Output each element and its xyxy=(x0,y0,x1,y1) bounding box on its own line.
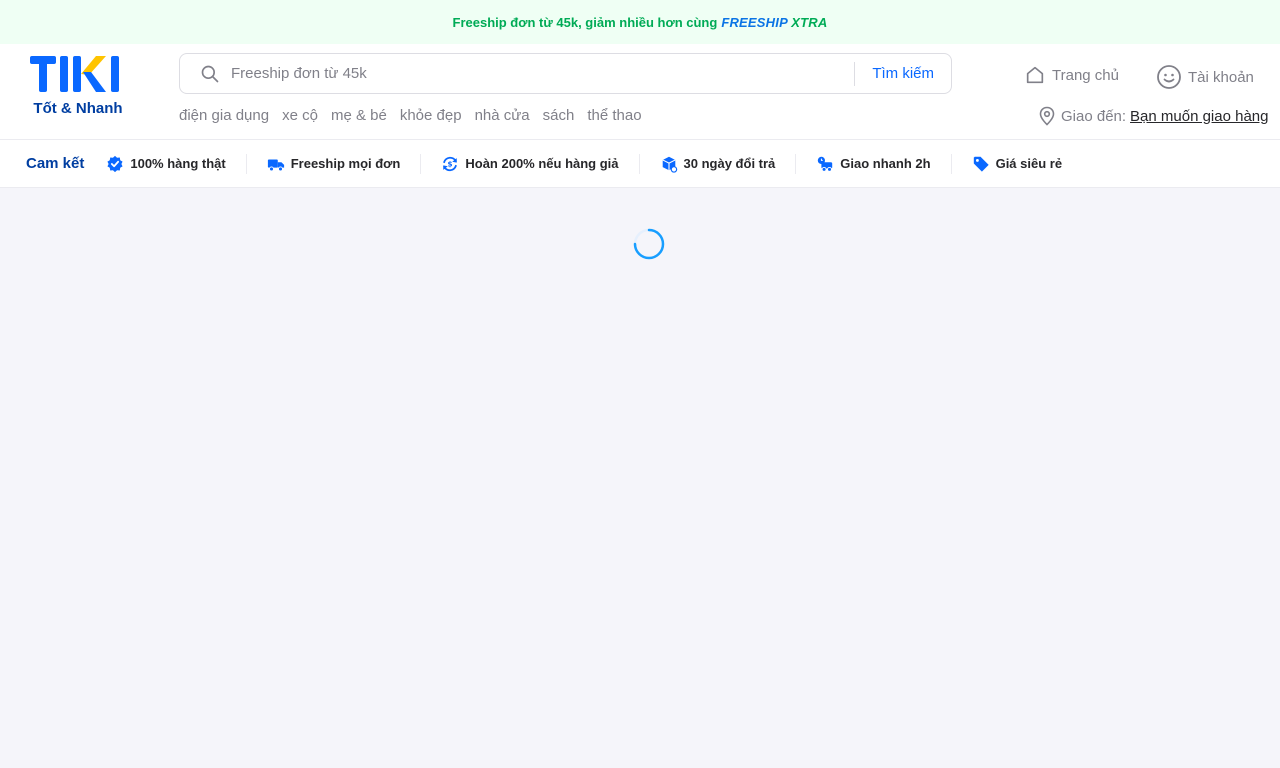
nav-account-link[interactable]: Tài khoản xyxy=(1156,64,1254,90)
location-pin-icon xyxy=(1039,106,1055,126)
search-icon xyxy=(201,65,219,82)
commitment-item: Freeship mọi đơn xyxy=(267,155,400,173)
refund-icon: $ xyxy=(443,156,458,171)
site-header: Tốt & Nhanh Tìm kiếm điện gia dụng xe cộ… xyxy=(0,44,1280,140)
freeship-xtra-badge: FREESHIP XTRA xyxy=(721,14,828,30)
quick-link[interactable]: thể thao xyxy=(587,107,641,124)
commitment-item: Giao nhanh 2h xyxy=(816,155,931,173)
quick-links: điện gia dụng xe cộ mẹ & bé khỏe đẹp nhà… xyxy=(179,107,655,124)
quick-link[interactable]: điện gia dụng xyxy=(179,107,269,124)
commitment-divider xyxy=(245,153,247,174)
quick-link[interactable]: sách xyxy=(543,107,575,124)
delivery-truck-icon xyxy=(267,159,284,171)
home-icon xyxy=(1026,66,1044,84)
commitment-bar: Cam kết 100% hàng thật Freeship mọi đơn … xyxy=(0,140,1280,188)
commitment-title: Cam kết xyxy=(26,155,85,172)
commitment-item: 100% hàng thật xyxy=(106,155,226,173)
quick-link[interactable]: mẹ & bé xyxy=(331,107,387,124)
search-input[interactable] xyxy=(229,64,855,83)
tiki-logo-icon xyxy=(30,56,119,92)
fast-delivery-icon xyxy=(818,156,833,172)
return-box-icon xyxy=(661,156,677,173)
commitment-item: Giá siêu rẻ xyxy=(972,155,1062,173)
commitment-divider xyxy=(950,153,952,174)
nav-home-label: Trang chủ xyxy=(1052,66,1119,84)
nav-home-link[interactable]: Trang chủ xyxy=(1024,64,1119,86)
promo-banner[interactable]: Freeship đơn từ 45k, giảm nhiều hơn cùng… xyxy=(0,0,1280,44)
price-tag-icon xyxy=(973,156,989,172)
quick-link[interactable]: khỏe đẹp xyxy=(400,107,462,124)
spinner-icon xyxy=(633,228,665,260)
tiki-logo[interactable]: Tốt & Nhanh xyxy=(24,54,132,117)
logo-tagline: Tốt & Nhanh xyxy=(33,100,123,117)
search-bar: Tìm kiếm xyxy=(179,53,952,94)
smile-face-icon xyxy=(1157,65,1181,89)
commitment-divider xyxy=(638,153,640,174)
commitment-divider xyxy=(795,153,797,174)
search-button[interactable]: Tìm kiếm xyxy=(855,54,951,93)
commitment-divider xyxy=(420,153,422,174)
delivery-label: Giao đến: xyxy=(1061,107,1127,125)
svg-text:$: $ xyxy=(448,159,453,168)
commitment-item: $ Hoàn 200% nếu hàng giả xyxy=(441,155,619,173)
commitment-item: 30 ngày đổi trả xyxy=(660,155,775,173)
delivery-address[interactable]: Bạn muốn giao hàng xyxy=(1130,108,1268,125)
delivery-location[interactable]: Giao đến: Bạn muốn giao hàng xyxy=(1038,106,1269,126)
nav-account-label: Tài khoản xyxy=(1188,68,1254,86)
quick-link[interactable]: xe cộ xyxy=(282,107,318,124)
quick-link[interactable]: nhà cửa xyxy=(475,107,530,124)
loading-spinner xyxy=(633,228,665,260)
promo-text: Freeship đơn từ 45k, giảm nhiều hơn cùng xyxy=(452,14,718,30)
verified-badge-icon xyxy=(107,155,123,172)
